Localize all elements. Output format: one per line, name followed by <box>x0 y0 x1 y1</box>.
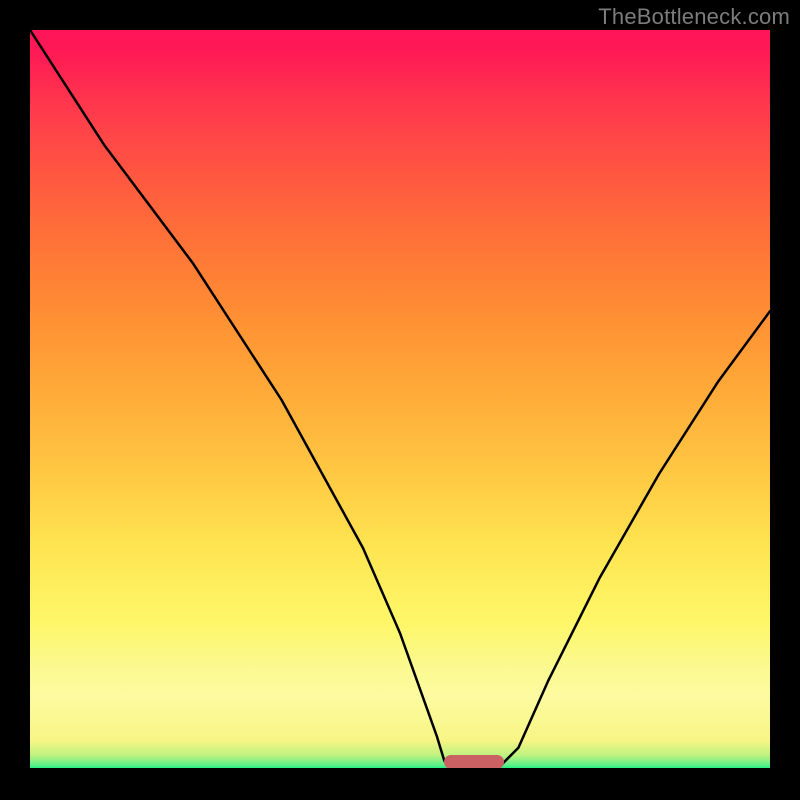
optimum-marker <box>444 755 503 769</box>
plot-area <box>30 30 770 770</box>
watermark-text: TheBottleneck.com <box>598 4 790 30</box>
bottleneck-curve <box>30 30 770 770</box>
baseline <box>30 768 770 770</box>
chart-frame: TheBottleneck.com <box>0 0 800 800</box>
curve-path <box>30 30 770 770</box>
